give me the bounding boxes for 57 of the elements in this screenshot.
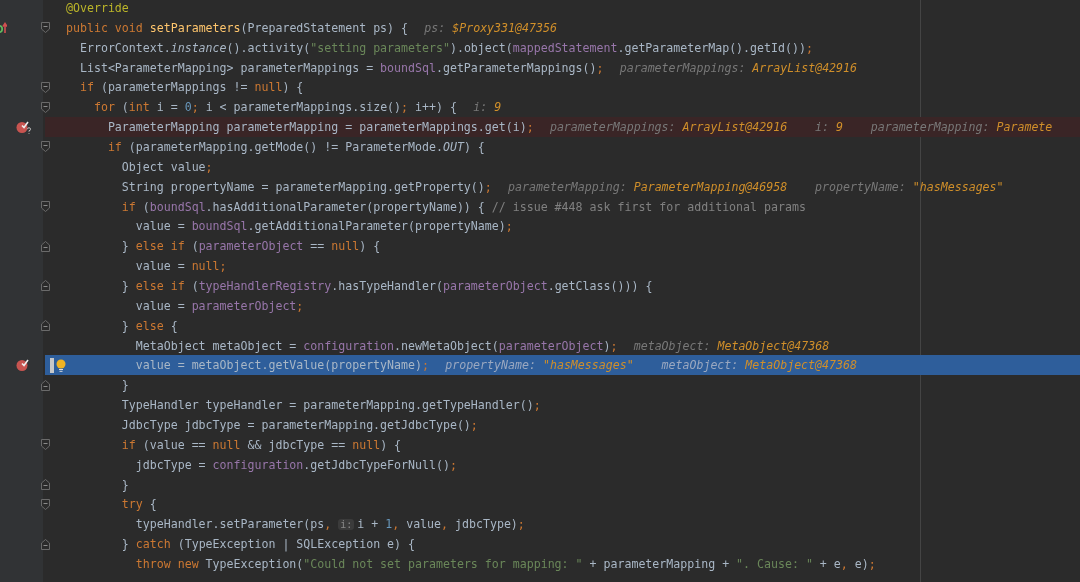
debug-value-hint: i: 9 — [815, 120, 843, 135]
code-line: ErrorContext.instance().activity("setting parameters").object(mappedStatement.getParameterMap().getId()); — [78, 40, 813, 55]
fold-end-icon[interactable] — [41, 240, 50, 252]
fold-icon[interactable] — [41, 439, 50, 451]
debug-value-hint: metaObject: MetaObject@47368 — [633, 338, 830, 353]
code-line: value = parameterObject; — [134, 298, 304, 313]
fold-icon[interactable] — [41, 101, 50, 113]
code-line: if (parameterMappings != null) { — [78, 80, 304, 95]
code-line: } else if (parameterObject == null) { — [120, 239, 381, 254]
fold-end-icon[interactable] — [41, 280, 50, 292]
debug-value-hint: parameterMapping: Paramete — [870, 120, 1053, 135]
fold-icon[interactable] — [41, 141, 50, 153]
fold-icon[interactable] — [41, 81, 50, 93]
code-line: } else { — [120, 318, 178, 333]
code-line: MetaObject metaObject = configuration.newMetaObject(parameterObject); — [134, 338, 618, 353]
code-line: Object value; — [120, 159, 213, 174]
debug-value-hint: propertyName: "hasMessages" — [815, 179, 1004, 194]
debug-value-hint: ps: $Proxy331@47356 — [424, 20, 557, 35]
code-line: List<ParameterMapping> parameterMappings = boundSql.getParameterMappings(); — [78, 60, 604, 75]
debug-value-hint: parameterMappings: ArrayList@42916 — [549, 120, 788, 135]
fold-end-icon[interactable] — [41, 479, 50, 491]
code-line: value = null; — [134, 259, 227, 274]
fold-end-icon[interactable] — [41, 379, 50, 391]
fold-end-icon[interactable] — [41, 538, 50, 550]
breakpoint-icon[interactable] — [15, 120, 32, 135]
debug-value-hint: metaObject: MetaObject@47368 — [661, 358, 857, 373]
code-line: String propertyName = parameterMapping.getProperty(); — [120, 179, 492, 194]
lightbulb-icon[interactable] — [56, 358, 66, 372]
code-line: ParameterMapping parameterMapping = parameterMappings.get(i); — [106, 120, 534, 135]
code-line: value = boundSql.getAdditionalParameter(propertyName); — [134, 219, 513, 234]
code-line: if (boundSql.hasAdditionalParameter(propertyName)) { // issue #448 ask first for additional params — [120, 199, 806, 214]
code-line: if (parameterMapping.getMode() != ParameterMode.OUT) { — [106, 139, 485, 154]
code-line: typeHandler.setParameter(ps, i: i + 1, value, jdbcType); — [134, 517, 525, 532]
code-line: throw new TypeException("Could not set parameters for mapping: " + parameterMapping + ". Cause: " + e, e); — [134, 557, 876, 571]
code-line: } catch (TypeException | SQLException e) { — [120, 537, 416, 552]
code-line: } — [120, 477, 129, 492]
debug-value-hint: parameterMapping: ParameterMapping@46958 — [508, 179, 788, 194]
debug-value-hint: i: 9 — [473, 100, 502, 115]
code-line: @Override — [66, 0, 129, 15]
code-line: JdbcType jdbcType = parameterMapping.getJdbcType(); — [120, 417, 478, 432]
debug-value-hint: parameterMappings: ArrayList@42916 — [619, 60, 858, 75]
code-line: TypeHandler typeHandler = parameterMapping.getTypeHandler(); — [120, 398, 541, 413]
breakpoint-icon[interactable] — [15, 358, 32, 373]
code-line: for (int i = 0; i < parameterMappings.size(); i++) { — [92, 100, 457, 115]
debug-value-hint: propertyName: "hasMessages" — [445, 358, 634, 373]
fold-end-icon[interactable] — [41, 320, 50, 332]
code-line: value = metaObject.getValue(propertyName); — [134, 358, 429, 373]
code-line: public void setParameters(PreparedStatement ps) { — [66, 20, 409, 35]
fold-icon[interactable] — [41, 22, 50, 34]
code-line: try { — [120, 497, 157, 512]
code-line: } — [120, 378, 129, 393]
code-line: } else if (typeHandlerRegistry.hasTypeHandler(parameterObject.getClass())) { — [120, 278, 653, 293]
text-cursor-icon — [50, 357, 54, 373]
code-line: if (value == null && jdbcType == null) { — [120, 437, 402, 452]
fold-icon[interactable] — [41, 201, 50, 212]
code-line: jdbcType = configuration.getJdbcTypeForNull(); — [134, 457, 457, 472]
fold-icon[interactable] — [41, 498, 50, 510]
